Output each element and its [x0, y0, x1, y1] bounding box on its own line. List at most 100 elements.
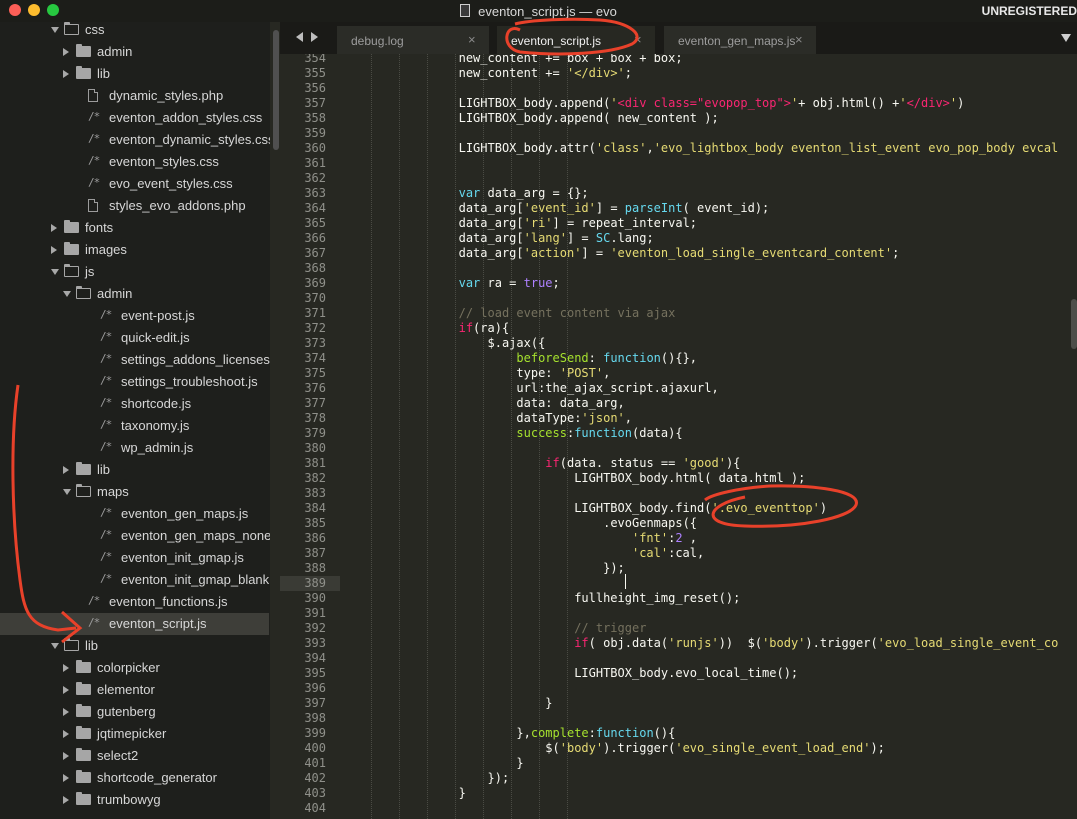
tree-item[interactable]: shortcode_generator: [0, 767, 270, 789]
tree-item[interactable]: /* eventon_functions.js: [0, 591, 270, 613]
tab-menu-chevron-down-icon[interactable]: [1061, 34, 1071, 42]
code-line[interactable]: });: [343, 561, 625, 576]
code-line[interactable]: url:the_ajax_script.ajaxurl,: [343, 381, 718, 396]
code-line[interactable]: beforeSend: function(){},: [343, 351, 697, 366]
tree-item[interactable]: elementor: [0, 679, 270, 701]
code-line[interactable]: success:function(data){: [343, 426, 682, 441]
disclosure-closed-icon[interactable]: [63, 730, 69, 738]
tab-debug-log[interactable]: debug.log ×: [337, 26, 489, 54]
code-line[interactable]: if(data. status == 'good'){: [343, 456, 740, 471]
code-line[interactable]: LIGHTBOX_body.find('.evo_eventtop'): [343, 501, 827, 516]
disclosure-closed-icon[interactable]: [63, 796, 69, 804]
code-line[interactable]: new_content += '</div>';: [343, 66, 632, 81]
disclosure-open-icon[interactable]: [63, 489, 71, 495]
disclosure-open-icon[interactable]: [51, 27, 59, 33]
disclosure-closed-icon[interactable]: [51, 246, 57, 254]
disclosure-open-icon[interactable]: [51, 269, 59, 275]
code-line[interactable]: // load event content via ajax: [343, 306, 676, 321]
tree-item[interactable]: /* settings_troubleshoot.js: [0, 371, 270, 393]
code-line[interactable]: fullheight_img_reset();: [343, 591, 740, 606]
code-line[interactable]: }: [343, 786, 466, 801]
tree-item[interactable]: /* eventon_dynamic_styles.css: [0, 129, 270, 151]
tree-item[interactable]: /* quick-edit.js: [0, 327, 270, 349]
code-line[interactable]: });: [343, 771, 510, 786]
code-editor[interactable]: 354 355 356 357 358 359 360 361 362 363 364 365 366 3…: [280, 54, 1077, 819]
tree-item[interactable]: /* eventon_styles.css: [0, 151, 270, 173]
code-line[interactable]: new_content += box + box + box;: [343, 54, 683, 66]
code-line[interactable]: var data_arg = {};: [343, 186, 589, 201]
close-tab-icon[interactable]: ×: [634, 32, 642, 47]
disclosure-closed-icon[interactable]: [63, 466, 69, 474]
sidebar-scrollbar[interactable]: [273, 30, 279, 150]
tree-item[interactable]: select2: [0, 745, 270, 767]
code-line[interactable]: data: data_arg,: [343, 396, 624, 411]
tree-item[interactable]: fonts: [0, 217, 270, 239]
disclosure-closed-icon[interactable]: [63, 664, 69, 672]
disclosure-open-icon[interactable]: [63, 291, 71, 297]
tree-item[interactable]: /* taxonomy.js: [0, 415, 270, 437]
code-line[interactable]: LIGHTBOX_body.append( new_content );: [343, 111, 719, 126]
tree-item[interactable]: lib: [0, 635, 270, 657]
code-line[interactable]: $('body').trigger('evo_single_event_load…: [343, 741, 885, 756]
code-line[interactable]: data_arg['action'] = 'eventon_load_singl…: [343, 246, 900, 261]
tree-item[interactable]: admin: [0, 283, 270, 305]
tab-eventon-script[interactable]: eventon_script.js ×: [497, 26, 655, 54]
code-line[interactable]: var ra = true;: [343, 276, 560, 291]
tree-item[interactable]: /* eventon_init_gmap_blank.js: [0, 569, 270, 591]
tree-item[interactable]: images: [0, 239, 270, 261]
code-line[interactable]: 'fnt':2 ,: [343, 531, 697, 546]
code-line[interactable]: LIGHTBOX_body.html( data.html );: [343, 471, 805, 486]
tree-item[interactable]: lib: [0, 459, 270, 481]
code-line[interactable]: LIGHTBOX_body.attr('class','evo_lightbox…: [343, 141, 1059, 156]
code-line[interactable]: data_arg['lang'] = SC.lang;: [343, 231, 654, 246]
tree-item[interactable]: lib: [0, 63, 270, 85]
disclosure-closed-icon[interactable]: [63, 774, 69, 782]
code-line[interactable]: 'cal':cal,: [343, 546, 704, 561]
tree-item[interactable]: colorpicker: [0, 657, 270, 679]
code-line[interactable]: $.ajax({: [343, 336, 546, 351]
code-line[interactable]: .evoGenmaps({: [343, 516, 697, 531]
code-line[interactable]: LIGHTBOX_body.append('<div class="evopop…: [343, 96, 965, 111]
close-tab-icon[interactable]: ×: [468, 32, 476, 47]
disclosure-closed-icon[interactable]: [63, 752, 69, 760]
tree-item[interactable]: /* evo_event_styles.css: [0, 173, 270, 195]
tab-scroll-right-icon[interactable]: [311, 32, 318, 42]
disclosure-closed-icon[interactable]: [63, 70, 69, 78]
code-line[interactable]: data_arg['event_id'] = parseInt( event_i…: [343, 201, 770, 216]
disclosure-closed-icon[interactable]: [63, 686, 69, 694]
tree-item[interactable]: styles_evo_addons.php: [0, 195, 270, 217]
disclosure-closed-icon[interactable]: [63, 48, 69, 56]
code-line[interactable]: LIGHTBOX_body.evo_local_time();: [343, 666, 798, 681]
tree-item[interactable]: /* eventon_init_gmap.js: [0, 547, 270, 569]
tab-scroll-left-icon[interactable]: [296, 32, 303, 42]
tree-item[interactable]: /* event-post.js: [0, 305, 270, 327]
tree-item[interactable]: /* eventon_script.js: [0, 613, 269, 635]
code-line[interactable]: data_arg['ri'] = repeat_interval;: [343, 216, 697, 231]
code-line[interactable]: }: [343, 756, 523, 771]
code-line[interactable]: },complete:function(){: [343, 726, 675, 741]
disclosure-closed-icon[interactable]: [63, 708, 69, 716]
tree-item[interactable]: dynamic_styles.php: [0, 85, 270, 107]
tree-item[interactable]: /* eventon_addon_styles.css: [0, 107, 270, 129]
tree-item[interactable]: trumbowyg: [0, 789, 270, 811]
code-line[interactable]: dataType:'json',: [343, 411, 632, 426]
tab-eventon-gen-maps[interactable]: eventon_gen_maps.js ×: [664, 26, 816, 54]
code-line[interactable]: if(ra){: [343, 321, 510, 336]
code-line[interactable]: // trigger: [343, 621, 646, 636]
tree-item[interactable]: /* eventon_gen_maps_none.js: [0, 525, 270, 547]
code-line[interactable]: if( obj.data('runjs')) $('body').trigger…: [343, 636, 1058, 651]
tree-item[interactable]: gutenberg: [0, 701, 270, 723]
editor-scrollbar[interactable]: [1071, 299, 1077, 349]
tree-item[interactable]: js: [0, 261, 270, 283]
close-tab-icon[interactable]: ×: [795, 32, 803, 47]
disclosure-open-icon[interactable]: [51, 643, 59, 649]
tree-item[interactable]: jqtimepicker: [0, 723, 270, 745]
tree-item[interactable]: maps: [0, 481, 270, 503]
tree-item[interactable]: /* shortcode.js: [0, 393, 270, 415]
tree-item[interactable]: /* wp_admin.js: [0, 437, 270, 459]
tree-item[interactable]: /* eventon_gen_maps.js: [0, 503, 270, 525]
disclosure-closed-icon[interactable]: [51, 224, 57, 232]
tree-item[interactable]: css: [0, 22, 270, 41]
code-line[interactable]: }: [343, 696, 552, 711]
tree-item[interactable]: admin: [0, 41, 270, 63]
